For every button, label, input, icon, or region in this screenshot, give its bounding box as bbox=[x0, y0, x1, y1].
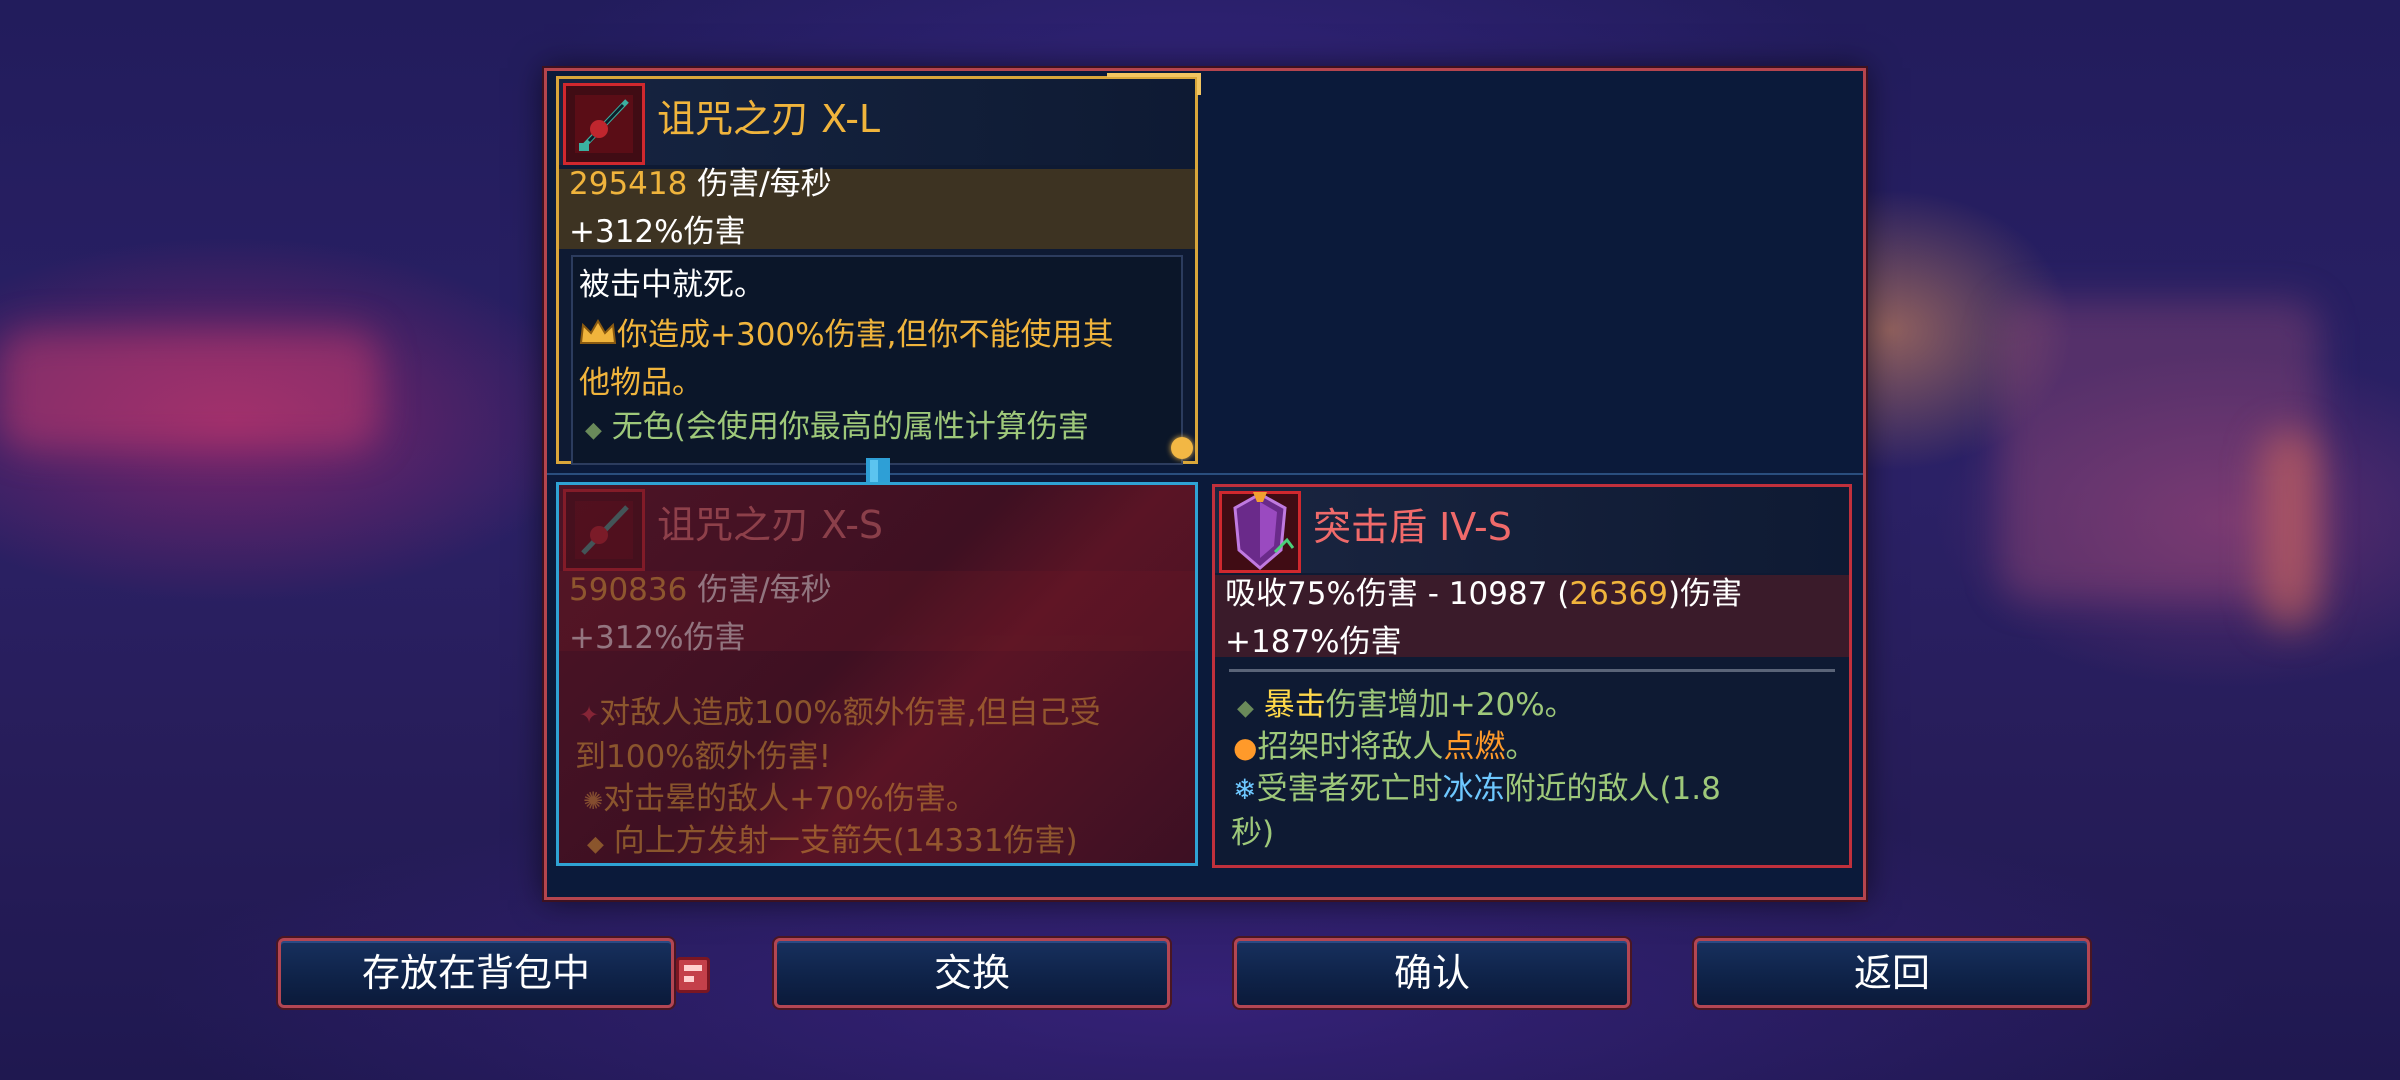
background-blob bbox=[0, 330, 380, 450]
item-title-row: 诅咒之刃 X-L bbox=[559, 79, 1195, 165]
backpack-icon bbox=[676, 957, 710, 993]
affix-main-cont: 他物品。 bbox=[579, 365, 703, 401]
crown-icon bbox=[579, 315, 617, 359]
back-button[interactable]: 返回 bbox=[1694, 938, 2090, 1008]
dps-line: 590836 伤害/每秒 bbox=[569, 567, 832, 613]
diamond-bullet-icon: ◆ bbox=[1237, 696, 1254, 721]
confirm-button[interactable]: 确认 bbox=[1234, 938, 1630, 1008]
item-name: 诅咒之刃 X-L bbox=[657, 97, 881, 141]
cursed-sword-icon bbox=[563, 489, 645, 571]
diamond-bullet-icon: ◆ bbox=[587, 832, 604, 857]
current-item-card[interactable]: 诅咒之刃 X-L 295418 伤害/每秒 +312%伤害 被击中就死。 你造成… bbox=[556, 73, 1201, 465]
diamond-bullet-icon: ◆ bbox=[585, 418, 602, 443]
stun-icon: ✺ bbox=[583, 787, 604, 815]
item-title-row: 突击盾 IV-S bbox=[1215, 487, 1849, 573]
affix-main: 你造成+300%伤害,但你不能使用其 bbox=[579, 313, 1113, 359]
affix-3: ◆ 向上方发射一支箭矢(14331伤害) bbox=[587, 823, 1078, 859]
new-item-card[interactable]: 诅咒之刃 X-S 590836 伤害/每秒 +312%伤害 ✦对敌人造成100%… bbox=[556, 482, 1198, 866]
background-blob bbox=[2260, 430, 2320, 630]
dps-value: 590836 bbox=[569, 572, 688, 608]
affix-freeze-cont: 秒) bbox=[1231, 815, 1275, 851]
shield-item-card[interactable]: 突击盾 IV-S 吸收75%伤害 - 10987 (26369)伤害 +187%… bbox=[1212, 484, 1852, 868]
affix-1-cont: 到100%额外伤害! bbox=[575, 739, 832, 775]
curse-text: 被击中就死。 bbox=[579, 267, 765, 303]
blood-icon: ✦ bbox=[579, 701, 600, 729]
gem-icon bbox=[1171, 437, 1193, 459]
damage-bonus: +187%伤害 bbox=[1225, 624, 1402, 660]
damage-bonus: +312%伤害 bbox=[569, 620, 746, 656]
fire-icon: ● bbox=[1233, 731, 1258, 764]
affix-1: ✦对敌人造成100%额外伤害,但自己受 bbox=[579, 695, 1101, 731]
separator bbox=[1229, 669, 1835, 672]
store-in-backpack-button[interactable]: 存放在背包中 bbox=[278, 938, 674, 1008]
dps-unit: 伤害/每秒 bbox=[687, 166, 832, 202]
dps-unit: 伤害/每秒 bbox=[687, 572, 832, 608]
item-name: 突击盾 IV-S bbox=[1313, 505, 1512, 549]
panel-divider bbox=[547, 473, 1863, 475]
dps-line: 295418 伤害/每秒 bbox=[569, 161, 832, 207]
affix-scaling: ◆ 无色(会使用你最高的属性计算伤害 bbox=[585, 409, 1089, 445]
swap-button[interactable]: 交换 bbox=[774, 938, 1170, 1008]
dps-value: 295418 bbox=[569, 166, 688, 202]
cursed-sword-icon bbox=[563, 83, 645, 165]
item-name: 诅咒之刃 X-S bbox=[657, 503, 884, 547]
new-item-content: 诅咒之刃 X-S 590836 伤害/每秒 +312%伤害 ✦对敌人造成100%… bbox=[559, 485, 1195, 863]
damage-bonus: +312%伤害 bbox=[569, 214, 746, 250]
absorb-value: 26369 bbox=[1569, 576, 1668, 612]
item-title-row: 诅咒之刃 X-S bbox=[559, 485, 1195, 571]
assault-shield-icon bbox=[1219, 491, 1301, 573]
affix-parry: ●招架时将敌人点燃。 bbox=[1233, 729, 1537, 765]
affix-freeze: ❄受害者死亡时冰冻附近的敌人(1.8 bbox=[1233, 771, 1721, 807]
freeze-icon: ❄ bbox=[1233, 773, 1257, 806]
affix-crit: ◆ 暴击伤害增加+20%。 bbox=[1237, 687, 1576, 723]
absorb-line: 吸收75%伤害 - 10987 (26369)伤害 bbox=[1225, 576, 1743, 612]
affix-2: ✺对击晕的敌人+70%伤害。 bbox=[583, 781, 977, 817]
